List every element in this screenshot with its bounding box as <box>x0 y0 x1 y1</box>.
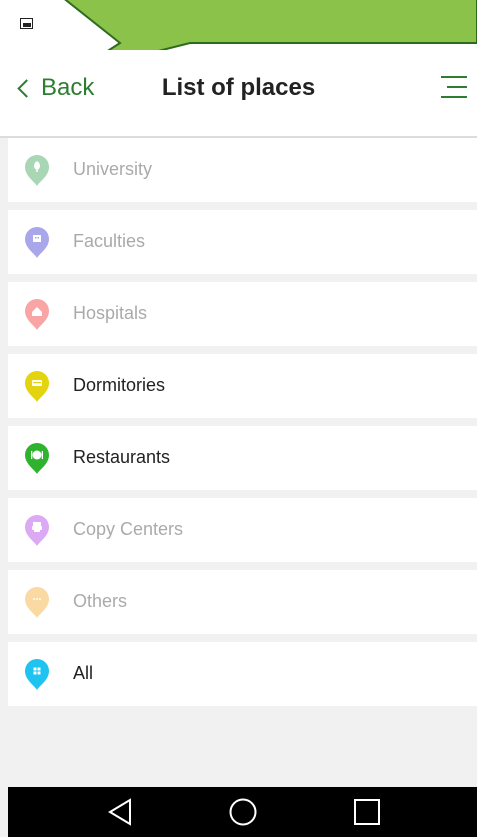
menu-line <box>447 86 467 88</box>
system-nav-bar <box>8 787 477 837</box>
menu-line <box>441 96 467 98</box>
list-item[interactable]: Others <box>8 570 477 634</box>
printer-icon <box>24 515 50 547</box>
list-item-label: All <box>73 663 94 683</box>
list-item-label: University <box>73 159 153 179</box>
list-item-label: Copy Centers <box>73 519 184 539</box>
chevron-left-icon <box>17 79 36 98</box>
menu-button[interactable] <box>441 76 467 100</box>
list-item[interactable]: Copy Centers <box>8 498 477 562</box>
dots-icon <box>24 587 50 619</box>
building-icon <box>24 227 50 259</box>
list-item[interactable]: All <box>8 642 477 706</box>
list-item-label: Others <box>73 591 128 611</box>
list-item[interactable]: Dormitories <box>8 354 477 418</box>
list-item[interactable]: Faculties <box>8 210 477 274</box>
plate-icon <box>24 443 50 475</box>
hospital-icon <box>24 299 50 331</box>
tree-icon <box>24 155 50 187</box>
menu-line <box>441 76 467 78</box>
list-item[interactable]: Restaurants <box>8 426 477 490</box>
recents-square-icon[interactable] <box>352 797 382 827</box>
back-triangle-icon[interactable] <box>106 797 136 827</box>
home-circle-icon[interactable] <box>228 797 258 827</box>
back-button[interactable]: Back <box>17 74 95 102</box>
list-item-label: Hospitals <box>73 303 148 323</box>
grid-icon <box>24 659 50 691</box>
places-list: University Faculties Hospitals Dormitori… <box>8 138 477 714</box>
list-item-label: Faculties <box>73 231 146 251</box>
list-item-label: Restaurants <box>73 447 171 467</box>
list-item-label: Dormitories <box>73 375 166 395</box>
bed-icon <box>24 371 50 403</box>
list-item[interactable]: University <box>8 138 477 202</box>
speech-bubble-decoration <box>64 0 477 50</box>
app-header: Back List of places <box>0 50 477 138</box>
status-bar <box>0 0 477 50</box>
back-label: Back <box>41 74 95 101</box>
list-item[interactable]: Hospitals <box>8 282 477 346</box>
